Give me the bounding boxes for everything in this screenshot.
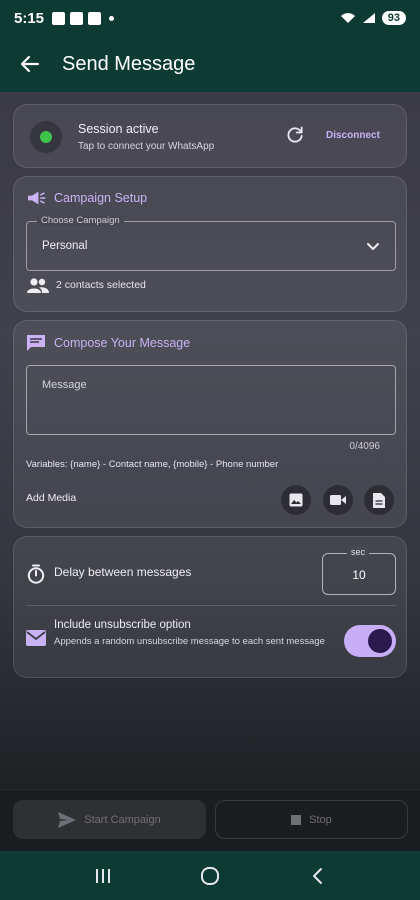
add-document-button[interactable] [364, 485, 394, 515]
session-status-indicator [30, 121, 62, 153]
start-campaign-label: Start Campaign [84, 813, 161, 826]
stop-button[interactable]: Stop [215, 800, 408, 839]
unsubscribe-title: Include unsubscribe option [54, 619, 191, 631]
campaign-select[interactable]: Choose Campaign Personal [26, 215, 396, 271]
status-time: 5:15 [14, 9, 45, 27]
nav-back-button[interactable] [297, 861, 337, 891]
status-bar: 5:15 93 [0, 0, 420, 36]
session-title: Session active [78, 122, 159, 136]
session-subtitle: Tap to connect your WhatsApp [78, 141, 215, 152]
stop-icon [291, 814, 302, 825]
add-media-label: Add Media [26, 492, 77, 504]
status-dot-icon [40, 131, 52, 143]
delay-label: Delay between messages [54, 565, 192, 579]
campaign-setup-title: Campaign Setup [54, 191, 148, 205]
disconnect-button[interactable]: Disconnect [326, 130, 380, 141]
send-icon [58, 811, 77, 828]
system-nav-bar [0, 851, 420, 900]
settings-card: Delay between messages sec 10 Include un… [13, 536, 407, 678]
home-button[interactable] [190, 861, 230, 891]
diamond-notification-icon [70, 11, 84, 25]
battery-indicator: 93 [381, 11, 406, 25]
compose-header: Compose Your Message [26, 334, 190, 352]
session-card[interactable]: Session active Tap to connect your Whats… [13, 104, 407, 168]
recents-icon [96, 868, 111, 883]
back-button[interactable] [18, 52, 42, 76]
main-content: Session active Tap to connect your Whats… [0, 92, 420, 789]
message-input[interactable]: Message [26, 365, 396, 435]
contacts-selected: 2 contacts selected [26, 277, 146, 293]
compose-card: Compose Your Message Message 0/4096 Vari… [13, 320, 407, 528]
megaphone-icon [28, 191, 46, 205]
start-campaign-button[interactable]: Start Campaign [13, 800, 206, 839]
delay-unit-label: sec [347, 547, 370, 557]
delay-value: 10 [352, 568, 366, 582]
card-notification-icon [88, 11, 102, 25]
wifi-icon [340, 13, 355, 23]
app-bar: Send Message [0, 36, 420, 92]
campaign-setup-header: Campaign Setup [26, 190, 147, 206]
campaign-select-label: Choose Campaign [37, 215, 124, 226]
delay-input[interactable]: sec 10 [322, 547, 396, 595]
signal-icon [362, 13, 375, 23]
toggle-knob [368, 629, 392, 653]
stop-label: Stop [309, 813, 332, 826]
group-icon [27, 278, 49, 293]
page-title: Send Message [62, 52, 196, 75]
image-icon [289, 493, 303, 507]
chevron-left-icon [312, 867, 322, 884]
compose-title: Compose Your Message [54, 336, 191, 350]
more-notifications-icon [109, 15, 115, 21]
video-icon [330, 495, 346, 505]
document-icon [373, 492, 385, 508]
char-counter: 0/4096 [349, 441, 380, 452]
home-icon [200, 866, 219, 885]
contacts-selected-label: 2 contacts selected [56, 279, 146, 291]
arrow-back-icon [20, 55, 40, 73]
action-bar: Start Campaign Stop [0, 789, 420, 851]
chevron-down-icon [367, 243, 379, 250]
check-notification-icon [52, 11, 66, 25]
add-image-button[interactable] [281, 485, 311, 515]
mail-icon [26, 630, 46, 646]
recents-button[interactable] [83, 861, 123, 891]
add-video-button[interactable] [323, 485, 353, 515]
timer-icon [27, 564, 45, 584]
refresh-button[interactable] [285, 125, 307, 147]
variables-hint: Variables: {name} - Contact name, {mobil… [26, 459, 279, 470]
unsubscribe-description: Appends a random unsubscribe message to … [54, 636, 325, 647]
divider [26, 605, 396, 606]
notification-icons [52, 11, 115, 25]
refresh-icon [287, 126, 303, 143]
campaign-select-value: Personal [42, 240, 88, 252]
unsubscribe-toggle[interactable] [344, 625, 396, 657]
campaign-setup-card: Campaign Setup Choose Campaign Personal … [13, 176, 407, 312]
message-icon [27, 335, 45, 351]
